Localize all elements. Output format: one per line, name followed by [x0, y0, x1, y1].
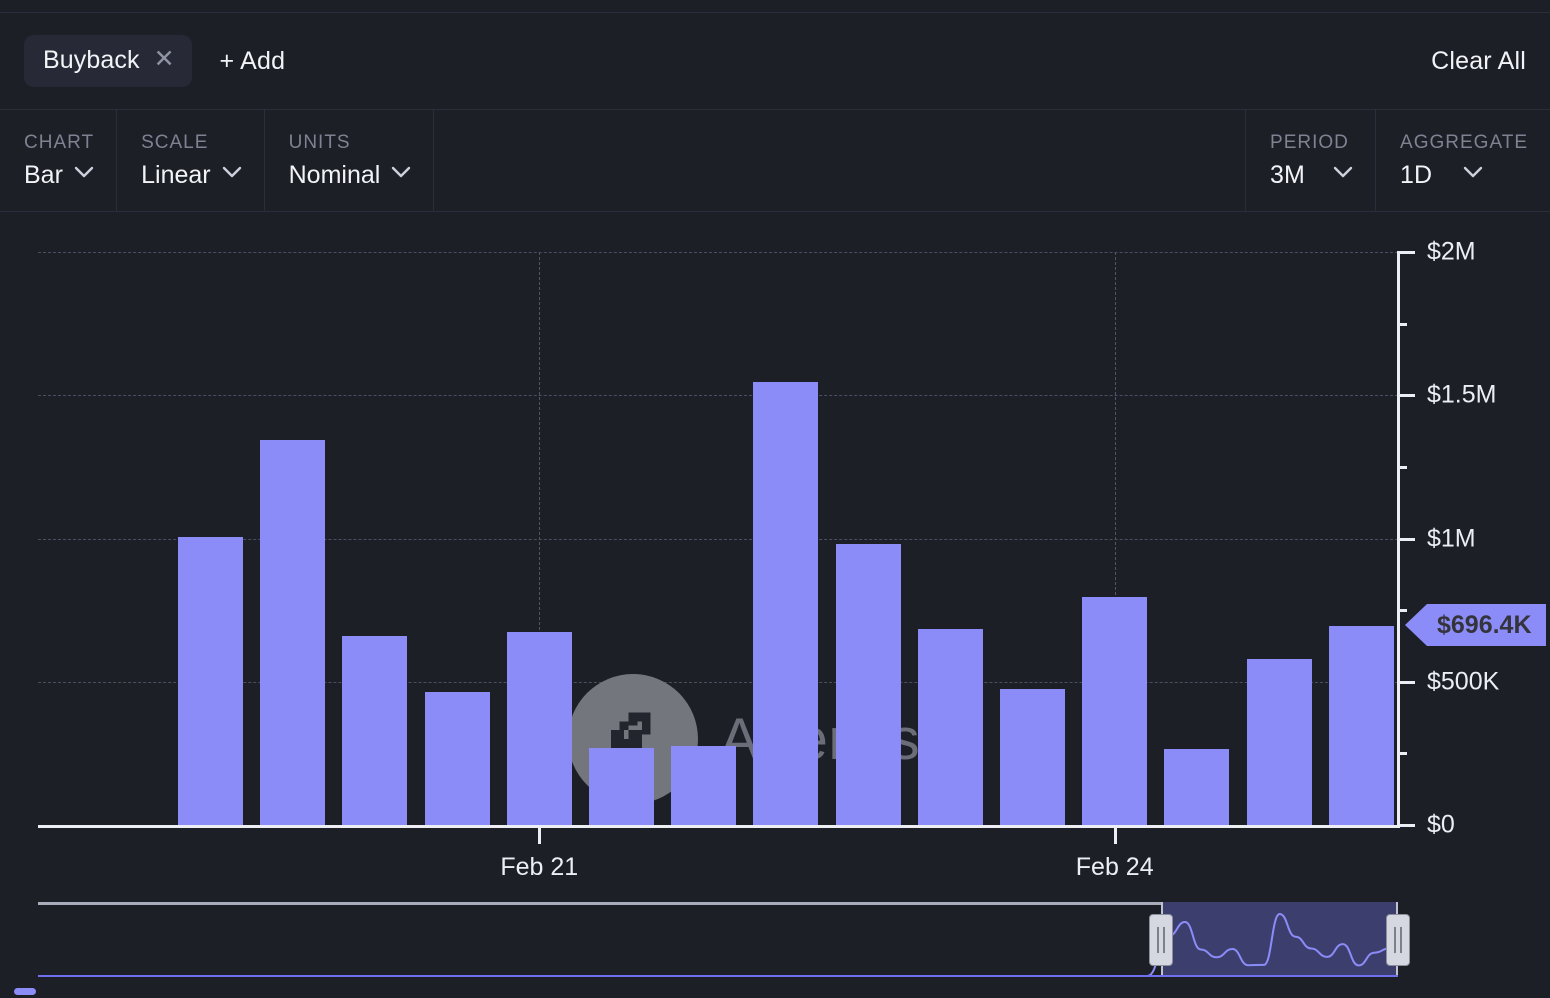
control-scale-caption: SCALE [141, 132, 242, 154]
y-axis-tick [1397, 251, 1415, 254]
y-axis-tick [1397, 538, 1415, 541]
brush-handle-left[interactable] [1149, 914, 1173, 966]
chevron-down-icon[interactable] [1463, 166, 1483, 184]
x-axis-tick [538, 825, 541, 844]
range-selector[interactable] [0, 888, 1550, 998]
value-badge-arrow [1405, 604, 1427, 646]
filter-chip-buyback[interactable]: Buyback ✕ [24, 35, 192, 87]
plot-region[interactable]: Artemis $2M$1.5M$1M$500K$0 Feb 21Feb 24 … [0, 213, 1550, 853]
control-units-caption: UNITS [289, 132, 412, 154]
control-aggregate-caption: AGGREGATE [1400, 132, 1528, 154]
control-bar-spacer [434, 110, 1246, 211]
bar[interactable] [1000, 689, 1065, 825]
control-period[interactable]: PERIOD 3M [1246, 110, 1376, 211]
bar[interactable] [753, 382, 818, 825]
bar[interactable] [1164, 749, 1229, 825]
y-axis-minor-tick [1397, 752, 1407, 755]
y-axis-label: $2M [1427, 238, 1476, 267]
control-scale-value: Linear [141, 161, 211, 190]
grip-line [1394, 927, 1396, 953]
control-units-value: Nominal [289, 161, 381, 190]
control-aggregate[interactable]: AGGREGATE 1D [1376, 110, 1550, 211]
grip-line [1400, 927, 1402, 953]
bar-series [0, 213, 1550, 853]
corner-indicator [14, 988, 36, 995]
chevron-down-icon[interactable] [1333, 166, 1353, 184]
bar[interactable] [507, 632, 572, 825]
y-axis-label: $500K [1427, 667, 1499, 696]
x-axis-line [38, 825, 1398, 828]
y-axis-minor-tick [1397, 466, 1407, 469]
close-icon[interactable]: ✕ [154, 47, 175, 72]
bar[interactable] [918, 629, 983, 825]
y-axis-tick [1397, 681, 1415, 684]
clear-all-button[interactable]: Clear All [1431, 47, 1526, 76]
grip-line [1157, 927, 1159, 953]
y-axis-label: $1M [1427, 524, 1476, 553]
control-scale[interactable]: SCALE Linear [117, 110, 265, 211]
filter-bar: Buyback ✕ + Add Clear All [0, 13, 1550, 110]
brush-handle-right[interactable] [1386, 914, 1410, 966]
control-bar: CHART Bar SCALE Linear UNITS Nominal [0, 110, 1550, 212]
control-units[interactable]: UNITS Nominal [265, 110, 435, 211]
bar[interactable] [671, 746, 736, 825]
bar[interactable] [260, 440, 325, 825]
y-axis-tick [1397, 824, 1415, 827]
control-period-caption: PERIOD [1270, 132, 1353, 154]
y-axis-minor-tick [1397, 323, 1407, 326]
y-axis-label: $1.5M [1427, 381, 1496, 410]
x-axis-tick [1114, 825, 1117, 844]
chart-area: Artemis $2M$1.5M$1M$500K$0 Feb 21Feb 24 … [0, 213, 1550, 998]
y-axis-label: $0 [1427, 811, 1455, 840]
chevron-down-icon[interactable] [391, 166, 411, 184]
control-chart-type[interactable]: CHART Bar [0, 110, 117, 211]
add-metric-button[interactable]: + Add [220, 47, 286, 76]
control-period-value: 3M [1270, 161, 1322, 190]
bar[interactable] [1247, 659, 1312, 825]
bar[interactable] [1082, 597, 1147, 825]
control-aggregate-value: 1D [1400, 161, 1452, 190]
filter-chip-label: Buyback [43, 46, 140, 75]
x-axis-label: Feb 21 [500, 853, 578, 882]
chevron-down-icon[interactable] [222, 166, 242, 184]
bar[interactable] [178, 537, 243, 826]
artemis-chart-app: Buyback ✕ + Add Clear All CHART Bar SCAL… [0, 0, 1550, 998]
grip-line [1163, 927, 1165, 953]
bar[interactable] [1329, 626, 1394, 825]
bar[interactable] [589, 748, 654, 825]
value-badge: $696.4K [1427, 604, 1546, 646]
bar[interactable] [425, 692, 490, 825]
control-chart-type-value: Bar [24, 161, 63, 190]
x-axis-label: Feb 24 [1076, 853, 1154, 882]
range-selector-sparkline [38, 902, 1398, 977]
y-axis-tick [1397, 394, 1415, 397]
value-badge-text: $696.4K [1437, 611, 1532, 640]
chevron-down-icon[interactable] [74, 166, 94, 184]
bar[interactable] [836, 544, 901, 825]
bar[interactable] [342, 636, 407, 825]
control-chart-type-caption: CHART [24, 132, 94, 154]
range-selector-baseline [38, 975, 1398, 977]
